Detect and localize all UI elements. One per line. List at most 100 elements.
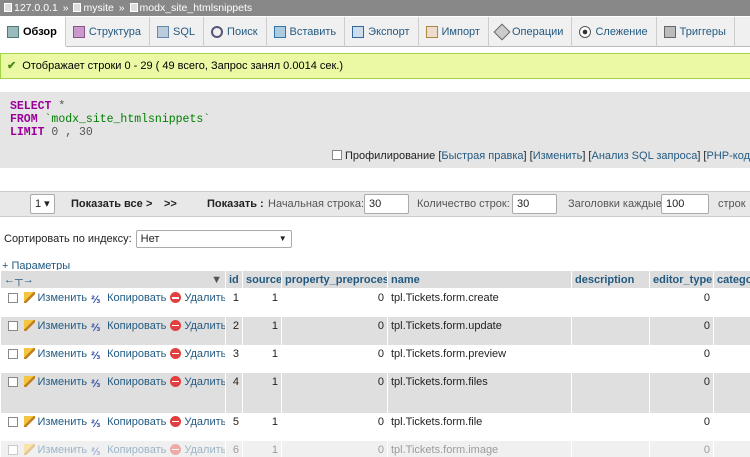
tab-search[interactable]: Поиск (204, 17, 267, 47)
cell-editor-type[interactable]: 0 (649, 316, 714, 345)
cell-editor-type[interactable]: 0 (649, 288, 714, 317)
breadcrumb-server[interactable]: 127.0.0.1 (14, 2, 58, 14)
row-checkbox[interactable] (7, 293, 18, 303)
sql-query[interactable]: SELECT * FROM `modx_site_htmlsnippets` L… (10, 100, 210, 139)
row-checkbox[interactable] (7, 348, 18, 359)
cell-source[interactable]: 1 (242, 344, 282, 373)
cell-property-preprocess[interactable]: 0 (281, 344, 388, 373)
cell-property-preprocess[interactable]: 0 (281, 440, 388, 457)
show-all-button[interactable]: Показать все (71, 194, 143, 214)
cell-editor-type[interactable]: 0 (649, 344, 714, 373)
cell-category[interactable] (713, 344, 750, 373)
last-page-button[interactable]: >> (164, 194, 177, 214)
profiling-checkbox[interactable] (331, 150, 342, 160)
edit-row-link[interactable]: Изменить (23, 319, 87, 332)
cell-source[interactable]: 1 (242, 316, 282, 345)
delete-row-link[interactable]: Удалить (170, 415, 225, 428)
row-checkbox[interactable] (7, 416, 18, 427)
cell-category[interactable] (713, 412, 750, 441)
cell-id[interactable]: 5 (225, 412, 243, 441)
cell-property-preprocess[interactable]: 0 (281, 372, 388, 413)
cell-id[interactable]: 4 (225, 372, 243, 413)
start-row-input[interactable]: 30 (364, 194, 409, 214)
cell-description[interactable] (571, 372, 650, 413)
cell-id[interactable]: 1 (225, 288, 243, 317)
analyze-query-link[interactable]: Анализ SQL запроса (591, 150, 697, 162)
cell-source[interactable]: 1 (242, 440, 282, 457)
cell-description[interactable] (571, 440, 650, 457)
column-header-category[interactable]: category (713, 270, 750, 289)
delete-row-link[interactable]: Удалить (170, 443, 225, 456)
quick-edit-link[interactable]: Быстрая правка (441, 150, 523, 162)
breadcrumb-db[interactable]: mysite (83, 2, 113, 14)
column-header-source[interactable]: source (242, 270, 282, 289)
tab-triggers[interactable]: Триггеры (657, 17, 735, 47)
edit-row-link[interactable]: Изменить (23, 443, 87, 456)
copy-row-link[interactable]: ⅔ Копировать (91, 320, 166, 334)
edit-row-link[interactable]: Изменить (23, 347, 87, 360)
column-header-description[interactable]: description (571, 270, 650, 289)
headers-every-input[interactable]: 100 (661, 194, 709, 214)
cell-name[interactable]: tpl.Tickets.form.image (387, 440, 572, 457)
php-code-link[interactable]: PHP-код (706, 150, 750, 162)
cell-editor-type[interactable]: 0 (649, 440, 714, 457)
cell-description[interactable] (571, 288, 650, 317)
delete-row-link[interactable]: Удалить (170, 347, 225, 360)
tab-export[interactable]: Экспорт (345, 17, 419, 47)
cell-name[interactable]: tpl.Tickets.form.update (387, 316, 572, 345)
cell-editor-type[interactable]: 0 (649, 412, 714, 441)
tab-browse[interactable]: Обзор (0, 17, 66, 47)
edit-query-link[interactable]: Изменить (533, 150, 583, 162)
column-controls[interactable]: ←┬→ ▼ (0, 270, 226, 289)
row-checkbox[interactable] (7, 320, 18, 331)
cell-property-preprocess[interactable]: 0 (281, 316, 388, 345)
column-header-name[interactable]: name (387, 270, 572, 289)
copy-row-link[interactable]: ⅔ Копировать (91, 376, 166, 390)
page-select[interactable]: 1 ▾ (30, 194, 55, 214)
cell-editor-type[interactable]: 0 (649, 372, 714, 413)
copy-row-link[interactable]: ⅔ Копировать (91, 416, 166, 430)
sort-index-select[interactable]: Нет ▼ (135, 230, 292, 248)
row-count-input[interactable]: 30 (512, 194, 557, 214)
cell-description[interactable] (571, 412, 650, 441)
column-header-editor-type[interactable]: editor_type (649, 270, 714, 289)
tab-structure[interactable]: Структура (66, 17, 151, 47)
cell-source[interactable]: 1 (242, 288, 282, 317)
column-header-id[interactable]: id (225, 270, 243, 289)
delete-row-link[interactable]: Удалить (170, 319, 225, 332)
column-header-property-preprocess[interactable]: property_preprocess (281, 270, 388, 289)
cell-category[interactable] (713, 372, 750, 413)
tab-import[interactable]: Импорт (419, 17, 489, 47)
tab-operations[interactable]: Операции (489, 17, 573, 47)
copy-row-link[interactable]: ⅔ Копировать (91, 292, 166, 306)
delete-row-link[interactable]: Удалить (170, 292, 225, 304)
cell-name[interactable]: tpl.Tickets.form.create (387, 288, 572, 317)
cell-id[interactable]: 3 (225, 344, 243, 373)
cell-description[interactable] (571, 316, 650, 345)
edit-row-link[interactable]: Изменить (23, 292, 87, 304)
next-page-button[interactable]: > (146, 194, 152, 214)
cell-category[interactable] (713, 316, 750, 345)
copy-row-link[interactable]: ⅔ Копировать (91, 348, 166, 362)
tab-sql[interactable]: SQL (150, 17, 205, 47)
copy-row-link[interactable]: ⅔ Копировать (91, 444, 166, 457)
tab-insert[interactable]: Вставить (267, 17, 346, 47)
row-checkbox[interactable] (7, 444, 18, 455)
cell-id[interactable]: 6 (225, 440, 243, 457)
cell-source[interactable]: 1 (242, 412, 282, 441)
cell-name[interactable]: tpl.Tickets.form.files (387, 372, 572, 413)
cell-name[interactable]: tpl.Tickets.form.file (387, 412, 572, 441)
row-checkbox[interactable] (7, 376, 18, 387)
delete-row-link[interactable]: Удалить (170, 375, 225, 388)
tab-tracking[interactable]: Слежение (572, 17, 657, 47)
cell-property-preprocess[interactable]: 0 (281, 288, 388, 317)
cell-description[interactable] (571, 344, 650, 373)
breadcrumb-table[interactable]: modx_site_htmlsnippets (140, 2, 253, 14)
cell-category[interactable] (713, 288, 750, 317)
edit-row-link[interactable]: Изменить (23, 375, 87, 388)
cell-property-preprocess[interactable]: 0 (281, 412, 388, 441)
cell-category[interactable] (713, 440, 750, 457)
cell-name[interactable]: tpl.Tickets.form.preview (387, 344, 572, 373)
cell-source[interactable]: 1 (242, 372, 282, 413)
cell-id[interactable]: 2 (225, 316, 243, 345)
